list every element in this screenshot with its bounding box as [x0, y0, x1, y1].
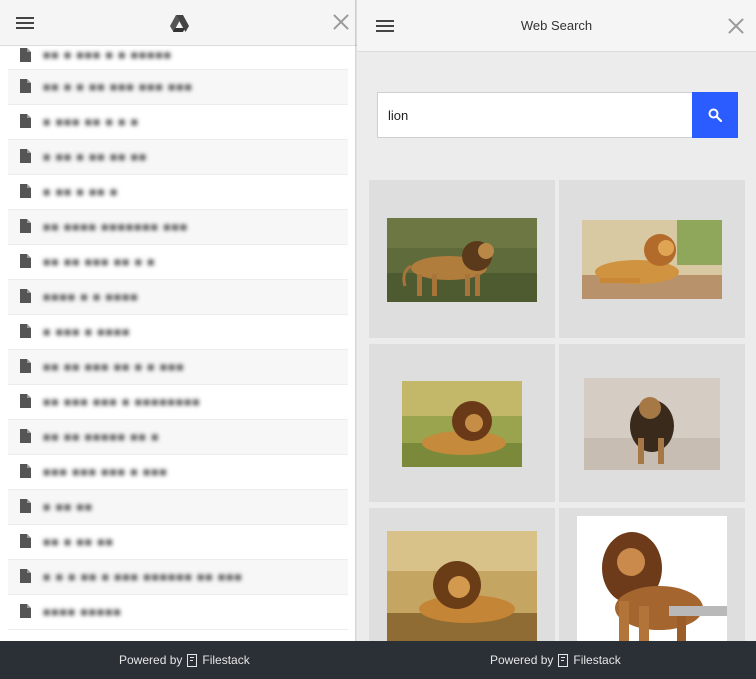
- file-name: ■■■■ ■ ■ ■■■■: [43, 290, 139, 304]
- file-name: ■■ ■ ■■ ■■: [43, 535, 114, 549]
- file-row[interactable]: ■■ ■ ■■■ ■ ■ ■■■■■: [8, 46, 348, 70]
- file-name: ■ ■■■ ■ ■■■■: [43, 325, 131, 339]
- file-name: ■ ■■ ■ ■■ ■: [43, 185, 119, 199]
- file-name: ■ ■■ ■ ■■ ■■ ■■: [43, 150, 148, 164]
- file-icon: [20, 394, 31, 408]
- file-icon: [20, 324, 31, 338]
- file-icon: [20, 254, 31, 268]
- image-result[interactable]: [369, 344, 555, 502]
- filestack-brand: Filestack: [202, 653, 250, 667]
- file-icon: [20, 464, 31, 478]
- search-input[interactable]: [377, 92, 692, 138]
- web-search-header: Web Search: [357, 0, 756, 52]
- powered-by-label: Powered by: [490, 653, 554, 667]
- panel-title: Web Search: [520, 18, 593, 33]
- image-result[interactable]: [559, 180, 745, 338]
- close-icon[interactable]: [728, 18, 744, 34]
- file-row[interactable]: ■■ ■■■■ ■■■■■■■ ■■■: [8, 210, 348, 245]
- file-name: ■■ ■■ ■■■ ■■ ■ ■: [43, 255, 156, 269]
- web-search-panel: Web Search: [357, 0, 756, 641]
- file-row[interactable]: ■■■■ ■ ■ ■■■■: [8, 280, 348, 315]
- filestack-logo-icon: [558, 653, 569, 667]
- search-button[interactable]: [692, 92, 738, 138]
- drive-header: [0, 0, 357, 46]
- close-icon[interactable]: [333, 14, 349, 30]
- file-name: ■■ ■■■■ ■■■■■■■ ■■■: [43, 220, 188, 234]
- image-result[interactable]: [369, 508, 555, 641]
- file-row[interactable]: ■■ ■■ ■■■ ■■ ■ ■ ■■■: [8, 350, 348, 385]
- image-result[interactable]: [369, 180, 555, 338]
- powered-by-label: Powered by: [119, 653, 183, 667]
- image-result[interactable]: [559, 344, 745, 502]
- footer-left: Powered by Filestack: [0, 641, 357, 679]
- file-icon: [20, 79, 31, 93]
- file-icon: [20, 429, 31, 443]
- file-name: ■■■ ■■■ ■■■ ■ ■■■: [43, 465, 168, 479]
- file-name: ■ ■■■ ■■ ■ ■ ■: [43, 115, 139, 129]
- file-list: ■■ ■ ■■■ ■ ■ ■■■■■ ■■ ■ ■ ■■ ■■■ ■■■ ■■■ ■…: [0, 46, 357, 641]
- lion-walking-image: [584, 378, 720, 470]
- filestack-logo-icon: [187, 653, 198, 667]
- lion-standing-image: [577, 516, 727, 641]
- lion-resting-image: [402, 381, 522, 467]
- file-icon: [20, 499, 31, 513]
- file-icon: [20, 114, 31, 128]
- search-bar: [377, 92, 738, 138]
- lion-lying-grass-image: [387, 531, 537, 641]
- file-icon: [20, 569, 31, 583]
- file-row[interactable]: ■ ■ ■ ■■ ■ ■■■ ■■■■■■ ■■ ■■■: [8, 560, 348, 595]
- file-icon: [20, 359, 31, 373]
- drive-panel: ■■ ■ ■■■ ■ ■ ■■■■■ ■■ ■ ■ ■■ ■■■ ■■■ ■■■ ■…: [0, 0, 357, 679]
- file-name: ■ ■■ ■■: [43, 500, 93, 514]
- file-icon: [20, 219, 31, 233]
- file-row[interactable]: ■■■■ ■■■■■: [8, 595, 348, 630]
- file-name: ■■■■ ■■■■■: [43, 605, 122, 619]
- image-results-grid: [369, 180, 745, 641]
- file-row[interactable]: ■ ■■ ■ ■■ ■: [8, 175, 348, 210]
- file-icon: [20, 534, 31, 548]
- file-row[interactable]: ■■ ■ ■■ ■■: [8, 525, 348, 560]
- file-name: ■■ ■ ■■■ ■ ■ ■■■■■: [43, 48, 172, 62]
- file-row[interactable]: ■■■ ■■■ ■■■ ■ ■■■: [8, 455, 348, 490]
- file-name: ■ ■ ■ ■■ ■ ■■■ ■■■■■■ ■■ ■■■: [43, 570, 243, 584]
- google-drive-icon: [170, 15, 189, 32]
- hamburger-menu-icon[interactable]: [16, 17, 34, 30]
- file-name: ■■ ■■ ■■■■■ ■■ ■: [43, 430, 160, 444]
- file-name: ■■ ■ ■ ■■ ■■■ ■■■ ■■■: [43, 80, 193, 94]
- file-row[interactable]: ■ ■■ ■ ■■ ■■ ■■: [8, 140, 348, 175]
- file-row[interactable]: ■■ ■■ ■■■ ■■ ■ ■: [8, 245, 348, 280]
- file-row[interactable]: ■ ■■ ■■: [8, 490, 348, 525]
- file-icon: [20, 184, 31, 198]
- file-row[interactable]: ■ ■■■ ■■ ■ ■ ■: [8, 105, 348, 140]
- search-icon: [708, 108, 722, 122]
- image-result[interactable]: [559, 508, 745, 641]
- file-row[interactable]: ■■ ■ ■ ■■ ■■■ ■■■ ■■■: [8, 70, 348, 105]
- file-row[interactable]: ■■ ■■■ ■■■ ■ ■■■■■■■■: [8, 385, 348, 420]
- file-icon: [20, 289, 31, 303]
- footer-right: Powered by Filestack: [357, 641, 756, 679]
- file-icon: [20, 149, 31, 163]
- file-icon: [20, 48, 31, 62]
- file-row[interactable]: ■■ ■■ ■■■■■ ■■ ■: [8, 420, 348, 455]
- file-icon: [20, 604, 31, 618]
- lion-roaring-image: [387, 218, 537, 302]
- filestack-brand: Filestack: [573, 653, 621, 667]
- lion-lying-image: [582, 220, 722, 299]
- file-row[interactable]: ■ ■■■ ■ ■■■■: [8, 315, 348, 350]
- file-name: ■■ ■■ ■■■ ■■ ■ ■ ■■■: [43, 360, 185, 374]
- file-name: ■■ ■■■ ■■■ ■ ■■■■■■■■: [43, 395, 201, 409]
